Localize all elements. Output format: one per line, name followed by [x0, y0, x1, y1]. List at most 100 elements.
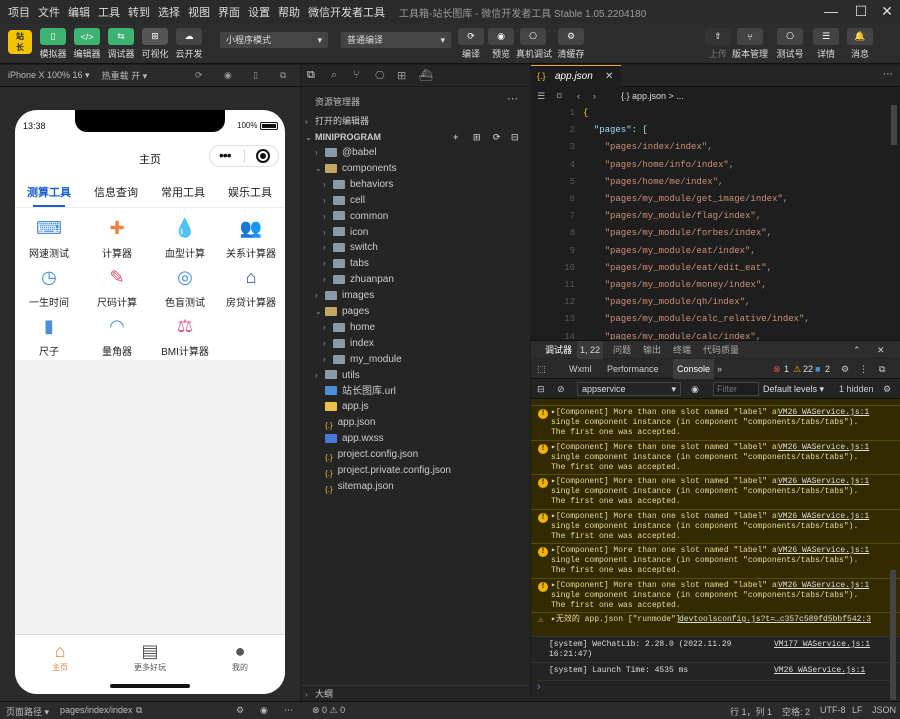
tree-item[interactable]: 站长图库.url: [301, 384, 530, 400]
issue-count-badge[interactable]: 1, 22: [577, 341, 604, 359]
menu-item[interactable]: 转到: [124, 4, 154, 20]
menu-item[interactable]: 文件: [34, 4, 64, 20]
tree-item[interactable]: ⌄ pages: [301, 304, 530, 320]
app-logo[interactable]: 站长: [8, 30, 32, 54]
project-root-section[interactable]: ⌄ MINIPROGRAM + ⊞ ⟳ ⊟: [301, 129, 530, 145]
bug-icon[interactable]: ⚙: [236, 705, 244, 716]
open-editors-section[interactable]: › 打开的编辑器: [301, 113, 530, 129]
menu-item[interactable]: 编辑: [64, 4, 94, 20]
tool-grid-item[interactable]: ✎ 尺码计算: [85, 263, 149, 310]
toolbar-code-button[interactable]: </> 编辑器: [70, 28, 104, 60]
close-window-button[interactable]: ✕: [876, 2, 898, 20]
menu-item[interactable]: 设置: [244, 4, 274, 20]
problems-indicator[interactable]: ⊗ 0 ⚠ 0: [312, 705, 345, 716]
refresh-icon[interactable]: ⟳: [195, 70, 203, 81]
warning-source-link[interactable]: VM26 WAService.js:1: [778, 477, 870, 487]
console-warning[interactable]: ! ▸[Component] More than one slot named "…: [531, 508, 900, 543]
tree-item[interactable]: › cell: [301, 193, 530, 209]
menu-item[interactable]: 微信开发者工具: [304, 4, 389, 20]
cursor-position[interactable]: 行 1，列 1: [730, 705, 772, 718]
levels-select[interactable]: Default levels ▾: [763, 379, 824, 399]
toolbar-mid-button[interactable]: ◉ 预览: [484, 28, 518, 60]
mode-select[interactable]: 小程序模式 ▾: [220, 32, 328, 48]
tree-item[interactable]: {.} sitemap.json: [301, 479, 530, 495]
tool-grid-item[interactable]: ⌂ 房贷计算器: [219, 263, 283, 310]
devtools-subtab[interactable]: Performance: [607, 359, 659, 379]
tree-item[interactable]: {.} project.config.json: [301, 447, 530, 463]
hot-reload-toggle[interactable]: 热重载 开 ▾: [102, 69, 148, 82]
close-tab-icon[interactable]: ✕: [605, 71, 613, 82]
back-icon[interactable]: ‹: [577, 87, 580, 105]
editor-tab[interactable]: {.} app.json ✕: [531, 65, 621, 87]
editor-scrollbar[interactable]: [891, 105, 897, 145]
docker-icon[interactable]: ⛴: [419, 69, 433, 82]
more-tabs-icon[interactable]: »: [717, 359, 722, 379]
tree-item[interactable]: › zhuanpan: [301, 272, 530, 288]
tool-grid-item[interactable]: ◷ 一生时间: [17, 263, 81, 310]
breadcrumb[interactable]: {.} app.json > ...: [621, 87, 684, 105]
tab-bar-item[interactable]: ⌂ 主页: [30, 641, 90, 673]
devtools-tab[interactable]: 终端: [673, 341, 691, 359]
devtools-tab[interactable]: 输出: [643, 341, 661, 359]
console-prompt[interactable]: ›: [537, 680, 897, 693]
tree-item[interactable]: › utils: [301, 368, 530, 384]
toolbar-debug-button[interactable]: ⇆ 调试器: [104, 28, 138, 60]
toolbar-mid-button[interactable]: ⎔ 真机调试: [516, 28, 552, 60]
source-control-icon[interactable]: ⑂: [353, 69, 360, 81]
toolbar-layout-button[interactable]: ⊞ 可视化: [138, 28, 172, 60]
console-filter-input[interactable]: [713, 382, 759, 396]
devtools-subtab[interactable]: Wxml: [569, 359, 592, 379]
console-info[interactable]: [system] WeChatLib: 2.28.0 (2022.11.29 1…: [531, 636, 900, 662]
menu-item[interactable]: 选择: [154, 4, 184, 20]
tree-item[interactable]: ⌄ components: [301, 161, 530, 177]
refresh-explorer-icon[interactable]: ⟳: [493, 129, 501, 145]
console-warning[interactable]: ! ▸[Component] More than one slot named "…: [531, 405, 900, 440]
page-path-label[interactable]: 页面路径 ▾: [6, 705, 49, 718]
menu-item[interactable]: 视图: [184, 4, 214, 20]
tree-item[interactable]: app.js: [301, 399, 530, 415]
outline-section[interactable]: › 大纲: [301, 685, 530, 701]
tree-item[interactable]: › images: [301, 288, 530, 304]
files-icon[interactable]: ⧉: [307, 69, 315, 82]
tree-item[interactable]: {.} project.private.config.json: [301, 463, 530, 479]
tree-item[interactable]: › @babel: [301, 145, 530, 161]
info-source-link[interactable]: VM26 WAService.js:1: [774, 666, 865, 676]
eye-icon[interactable]: ◉: [691, 379, 699, 399]
category-tab[interactable]: 信息查询: [86, 184, 146, 200]
preview-eye-icon[interactable]: ◉: [260, 705, 268, 716]
tree-item[interactable]: › switch: [301, 240, 530, 256]
sidebar-toggle-icon[interactable]: ⊟: [537, 379, 545, 399]
dock-icon[interactable]: ⋮: [859, 359, 868, 379]
clear-console-icon[interactable]: ⊘: [557, 379, 565, 399]
info-source-link[interactable]: VM177 WAService.js:1: [774, 640, 870, 650]
toolbar-right-button[interactable]: ⎔ 测试号: [770, 28, 810, 60]
record-icon[interactable]: ◉: [224, 70, 232, 81]
more-dots-icon[interactable]: •••: [219, 147, 232, 163]
console-info[interactable]: [system] Launch Time: 4535 ms VM26 WAServ…: [531, 662, 900, 678]
tree-item[interactable]: › tabs: [301, 256, 530, 272]
toolbar-phone-button[interactable]: ▯ 模拟器: [36, 28, 70, 60]
toolbar-mid-button[interactable]: ⟳ 编译: [454, 28, 488, 60]
tool-grid-item[interactable]: 💧 血型计算: [153, 214, 217, 261]
tool-grid-item[interactable]: ⚖ BMI计算器: [153, 312, 217, 359]
context-select[interactable]: appservice ▾: [577, 382, 681, 396]
menu-item[interactable]: 工具: [94, 4, 124, 20]
settings-gear-icon[interactable]: ⚙: [841, 359, 849, 379]
warning-source-link[interactable]: VM26 WAService.js:1: [778, 408, 870, 418]
maximize-button[interactable]: ☐: [850, 2, 872, 20]
tab-bar-item[interactable]: ▤ 更多好玩: [120, 641, 180, 673]
minimize-button[interactable]: —: [820, 2, 842, 20]
console-warning[interactable]: ⚠ ▸无效的 app.json ["runmode"] devtoolsconfig…: [531, 612, 900, 636]
warning-source-link[interactable]: VM26 WAService.js:1: [778, 546, 870, 556]
indentation[interactable]: 空格: 2: [782, 705, 810, 718]
end-of-line[interactable]: LF: [852, 705, 863, 715]
warning-source-link[interactable]: VM26 WAService.js:1: [778, 580, 870, 591]
tool-grid-item[interactable]: 👥 关系计算器: [219, 214, 283, 261]
editor-more-icon[interactable]: ⋯: [883, 69, 893, 80]
more-status-icon[interactable]: ⋯: [284, 705, 293, 716]
devtools-subtab[interactable]: Console: [673, 359, 715, 379]
menu-item[interactable]: 界面: [214, 4, 244, 20]
undock-icon[interactable]: ⧉: [879, 359, 885, 379]
code-area[interactable]: 1{2 "pages": [3 "pages/index/index", 4 "p…: [531, 105, 900, 340]
tree-item[interactable]: app.wxss: [301, 431, 530, 447]
